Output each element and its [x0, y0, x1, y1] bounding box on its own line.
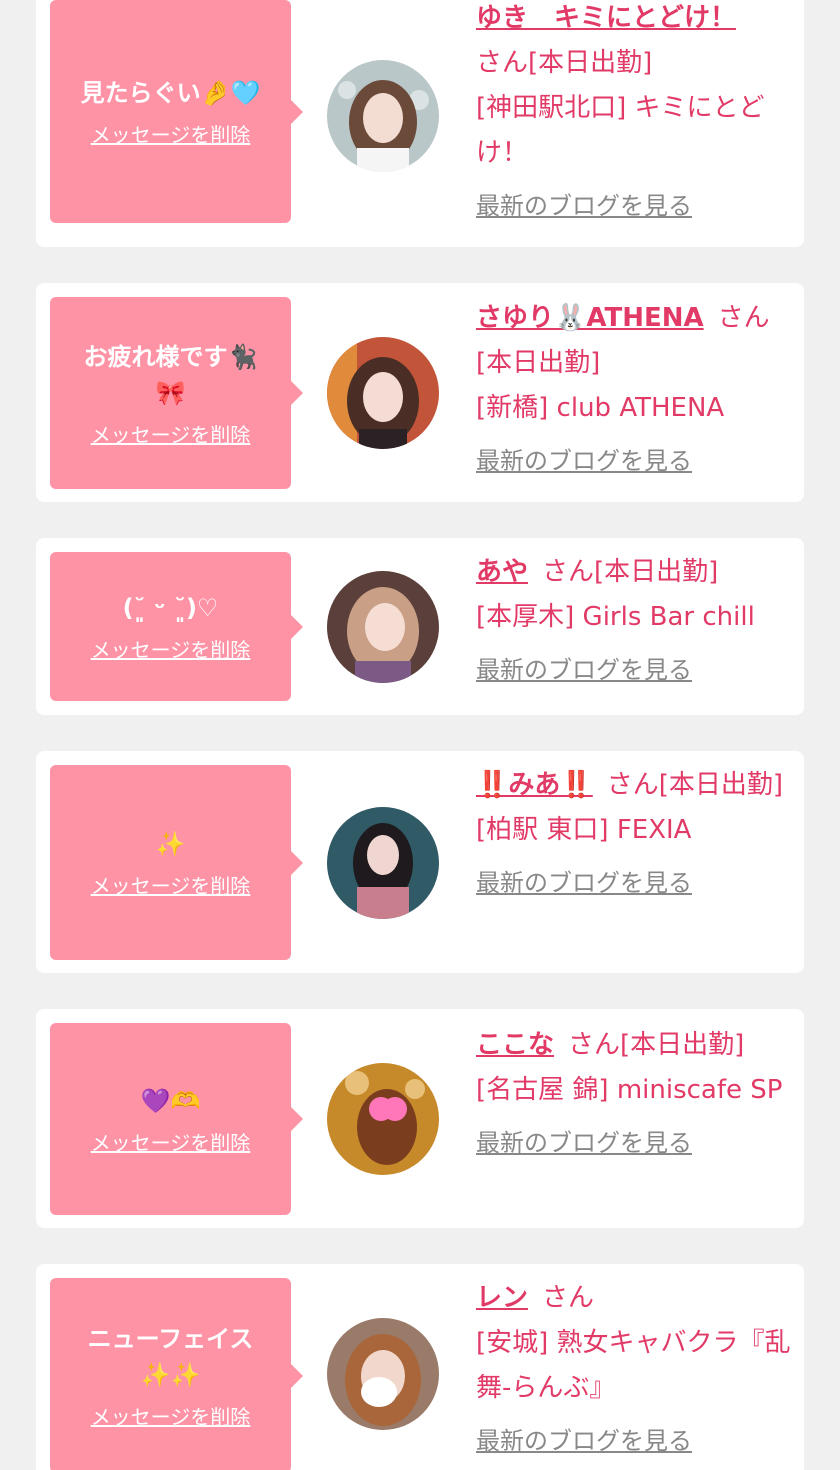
latest-blog-link[interactable]: 最新のブログを見る [476, 1125, 794, 1161]
avatar[interactable] [327, 60, 439, 172]
cast-name-link[interactable]: ‼️みあ‼️ [476, 770, 593, 800]
message-card: ✨ メッセージを削除 ‼️みあ‼️ さん[本日出勤] [柏駅 東口] FEXIA … [36, 751, 804, 973]
latest-blog-link[interactable]: 最新のブログを見る [476, 1423, 794, 1459]
message-bubble: ニューフェイス ✨✨ メッセージを削除 [50, 1278, 303, 1470]
shop-name: [名古屋 錦] miniscafe SP [476, 1075, 783, 1105]
message-card: ニューフェイス ✨✨ メッセージを削除 レン さん [安城] 熟女キャバクラ『乱舞… [36, 1264, 804, 1470]
girl-portrait-icon [327, 807, 439, 919]
cast-name-link[interactable]: ゆき キミにとどけ！ [476, 3, 736, 33]
delete-message-link[interactable]: メッセージを削除 [91, 870, 251, 899]
girl-portrait-icon [327, 1063, 439, 1175]
message-card: 💜🫶 メッセージを削除 ここな さん[本日出勤] [名古屋 錦] miniscaf… [36, 1009, 804, 1228]
cast-name-link[interactable]: ここな [476, 1030, 554, 1060]
girl-portrait-icon [327, 571, 439, 683]
attendance-status: [本日出勤] [594, 557, 719, 587]
message-text: ✨ [155, 830, 186, 858]
message-card: (˘͈ ᵕ ˘͈)♡ メッセージを削除 あや さん[本日出勤] [本厚木] Gir… [36, 538, 804, 715]
san-label: さん [568, 1030, 621, 1060]
san-label: さん [717, 303, 770, 333]
cast-name-link[interactable]: レン [476, 1283, 528, 1313]
message-text: お疲れ様です🐈‍⬛ 🎀 [83, 342, 258, 407]
avatar[interactable] [327, 571, 439, 683]
latest-blog-link[interactable]: 最新のブログを見る [476, 652, 794, 688]
san-label: さん [606, 770, 659, 800]
avatar[interactable] [327, 337, 439, 449]
message-text: 見たらぐい🤌🩵 [80, 79, 261, 107]
shop-name: [安城] 熟女キャバクラ『乱舞-らんぶ』 [476, 1328, 791, 1403]
girl-portrait-icon [327, 1318, 439, 1430]
latest-blog-link[interactable]: 最新のブログを見る [476, 443, 794, 479]
avatar[interactable] [327, 807, 439, 919]
attendance-status: [本日出勤] [476, 348, 601, 378]
cast-info: さゆり🐰ATHENA さん [本日出勤] [新橋] club ATHENA 最新のブ… [476, 296, 794, 479]
delete-message-link[interactable]: メッセージを削除 [91, 419, 251, 448]
cast-info: ‼️みあ‼️ さん[本日出勤] [柏駅 東口] FEXIA 最新のブログを見る [476, 763, 794, 901]
message-text: (˘͈ ᵕ ˘͈)♡ [122, 594, 219, 622]
avatar[interactable] [327, 1063, 439, 1175]
avatar[interactable] [327, 1318, 439, 1430]
shop-name: [神田駅北口] キミにとどけ！ [476, 93, 765, 168]
san-label: さん [542, 557, 595, 587]
cast-info: あや さん[本日出勤] [本厚木] Girls Bar chill 最新のブログを… [476, 550, 794, 688]
delete-message-link[interactable]: メッセージを削除 [91, 1401, 251, 1430]
shop-name: [新橋] club ATHENA [476, 393, 725, 423]
shop-name: [本厚木] Girls Bar chill [476, 602, 755, 632]
message-bubble: ✨ メッセージを削除 [50, 765, 303, 960]
delete-message-link[interactable]: メッセージを削除 [91, 119, 251, 148]
message-text: ニューフェイス ✨✨ [87, 1325, 254, 1389]
cast-info: レン さん [安城] 熟女キャバクラ『乱舞-らんぶ』 最新のブログを見る [476, 1276, 794, 1459]
message-card: お疲れ様です🐈‍⬛ 🎀 メッセージを削除 さゆり🐰ATHENA さん [本日出勤] … [36, 283, 804, 502]
attendance-status: [本日出勤] [528, 48, 653, 78]
san-label: さん [542, 1283, 595, 1313]
message-card: 見たらぐい🤌🩵 メッセージを削除 ゆき キミにとどけ！ さん[本日出勤] [神田… [36, 0, 804, 247]
cast-info: ゆき キミにとどけ！ さん[本日出勤] [神田駅北口] キミにとどけ！ 最新のブ… [476, 0, 794, 224]
attendance-status: [本日出勤] [658, 770, 784, 800]
delete-message-link[interactable]: メッセージを削除 [91, 634, 251, 663]
delete-message-link[interactable]: メッセージを削除 [91, 1127, 251, 1156]
message-bubble: お疲れ様です🐈‍⬛ 🎀 メッセージを削除 [50, 297, 303, 489]
message-text: 💜🫶 [140, 1086, 201, 1115]
message-bubble: 見たらぐい🤌🩵 メッセージを削除 [50, 0, 303, 223]
message-bubble: 💜🫶 メッセージを削除 [50, 1023, 303, 1215]
message-bubble: (˘͈ ᵕ ˘͈)♡ メッセージを削除 [50, 552, 303, 701]
cast-name-link[interactable]: さゆり🐰ATHENA [476, 303, 704, 333]
san-label: さん [476, 48, 529, 78]
cast-name-link[interactable]: あや [476, 557, 528, 587]
girl-portrait-icon [327, 60, 439, 172]
cast-info: ここな さん[本日出勤] [名古屋 錦] miniscafe SP 最新のブログを… [476, 1023, 794, 1161]
shop-name: [柏駅 東口] FEXIA [476, 815, 692, 845]
latest-blog-link[interactable]: 最新のブログを見る [476, 188, 794, 224]
attendance-status: [本日出勤] [620, 1030, 745, 1060]
girl-portrait-icon [327, 337, 439, 449]
latest-blog-link[interactable]: 最新のブログを見る [476, 865, 794, 901]
